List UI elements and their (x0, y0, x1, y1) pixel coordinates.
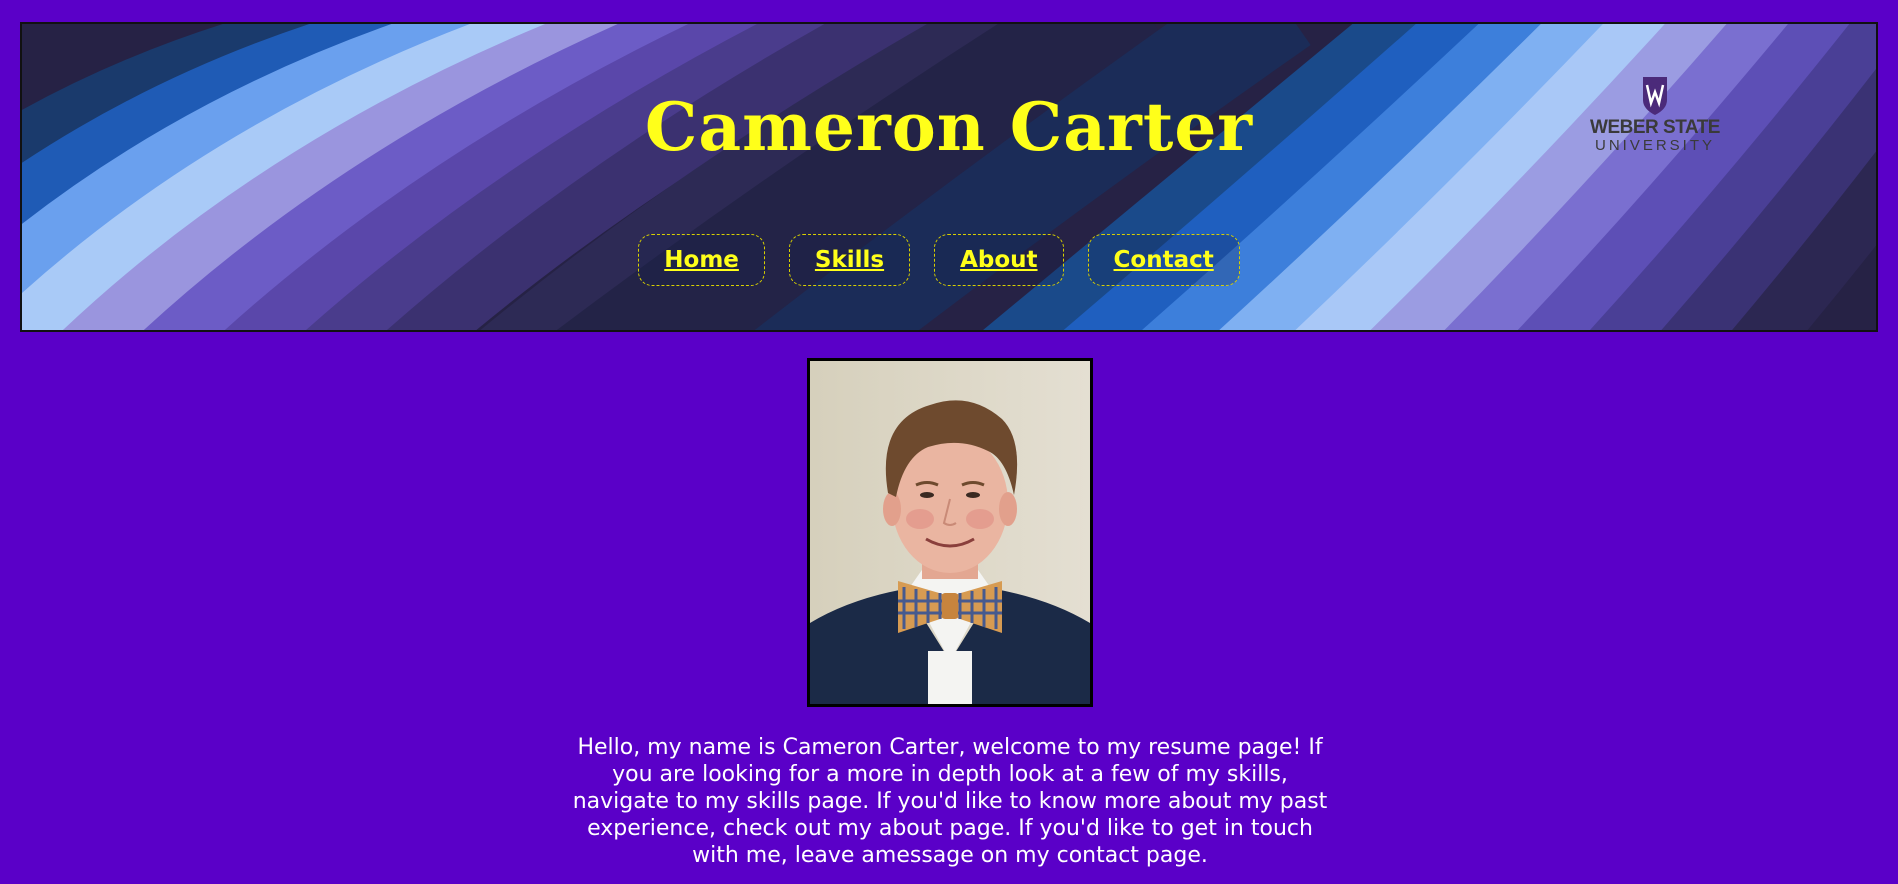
nav-contact-link[interactable]: Contact (1087, 234, 1240, 286)
header-banner: Cameron Carter Home Skills About Contact… (20, 22, 1878, 332)
logo-wordmark-line2: UNIVERSITY (1594, 137, 1715, 154)
portrait-illustration (810, 361, 1090, 704)
university-logo: WEBER STATE UNIVERSITY (1590, 76, 1720, 176)
nav-skills-link[interactable]: Skills (788, 234, 911, 286)
profile-photo (807, 358, 1093, 707)
nav-about-link[interactable]: About (934, 234, 1064, 286)
intro-paragraph: Hello, my name is Cameron Carter, welcom… (572, 735, 1328, 868)
main-nav: Home Skills About Contact (22, 234, 1876, 286)
logo-wordmark-line1: WEBER STATE (1590, 117, 1720, 138)
nav-home-link[interactable]: Home (638, 234, 765, 286)
shield-icon (1643, 77, 1667, 115)
